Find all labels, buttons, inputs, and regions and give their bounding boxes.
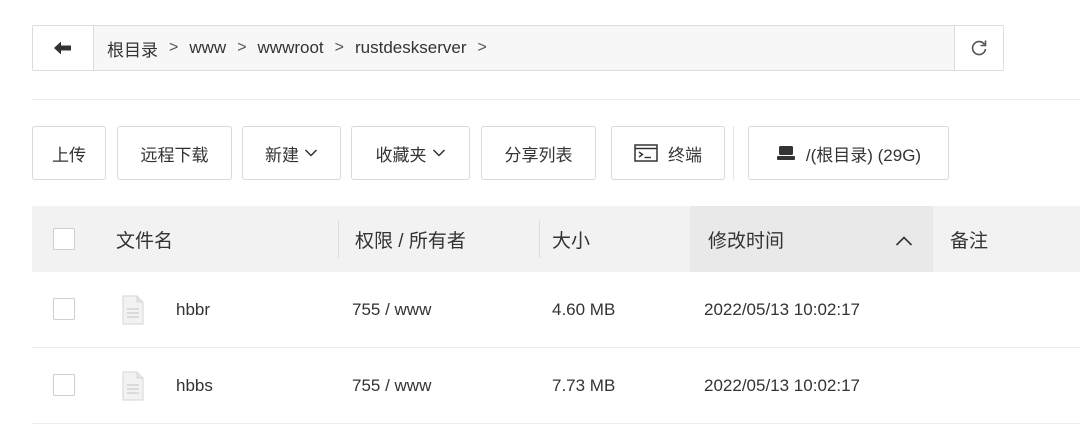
column-name-header[interactable]: 文件名 bbox=[116, 206, 173, 272]
chevron-up-icon bbox=[895, 231, 913, 253]
breadcrumb-www[interactable]: www bbox=[189, 38, 226, 58]
column-separator bbox=[338, 220, 339, 258]
divider bbox=[32, 99, 1080, 100]
file-permission[interactable]: 755 / www bbox=[352, 348, 431, 423]
terminal-label: 终端 bbox=[668, 145, 702, 165]
share-list-button[interactable]: 分享列表 bbox=[481, 126, 596, 180]
new-label: 新建 bbox=[265, 145, 299, 165]
column-perm-label: 权限 / 所有者 bbox=[355, 230, 466, 252]
file-size: 4.60 MB bbox=[552, 299, 616, 319]
breadcrumb-root[interactable]: 根目录 bbox=[107, 36, 158, 61]
chevron-down-icon bbox=[432, 148, 446, 158]
file-permission[interactable]: 755 / www bbox=[352, 272, 431, 347]
back-button[interactable] bbox=[33, 26, 94, 70]
toolbar: 上传 远程下载 新建 收藏夹 分享列表 终端 /(根目录) (29G) bbox=[32, 126, 1080, 180]
share-list-label: 分享列表 bbox=[504, 145, 573, 165]
file-icon bbox=[122, 348, 144, 423]
column-note-label: 备注 bbox=[950, 230, 989, 252]
column-size-label: 大小 bbox=[552, 230, 591, 252]
select-all-checkbox[interactable] bbox=[53, 228, 75, 250]
arrow-left-icon bbox=[54, 41, 71, 55]
column-size-header[interactable]: 大小 bbox=[552, 206, 590, 272]
file-mtime: 2022/05/13 10:02:17 bbox=[704, 299, 860, 319]
column-mtime-label: 修改时间 bbox=[708, 230, 785, 252]
terminal-button[interactable]: 终端 bbox=[611, 126, 725, 180]
row-checkbox[interactable] bbox=[53, 374, 75, 396]
file-name[interactable]: hbbr bbox=[176, 272, 210, 347]
remote-download-label: 远程下载 bbox=[140, 145, 209, 165]
file-icon bbox=[122, 272, 144, 347]
disk-icon bbox=[776, 145, 796, 161]
toolbar-separator bbox=[733, 126, 734, 180]
upload-button[interactable]: 上传 bbox=[32, 126, 106, 180]
favorites-dropdown-button[interactable]: 收藏夹 bbox=[351, 126, 470, 180]
file-name[interactable]: hbbs bbox=[176, 348, 213, 423]
terminal-icon bbox=[634, 144, 658, 162]
table-row[interactable]: hbbs 755 / www 7.73 MB 2022/05/13 10:02:… bbox=[32, 348, 1080, 424]
table-row[interactable]: hbbr 755 / www 4.60 MB 2022/05/13 10:02:… bbox=[32, 272, 1080, 348]
table-header: 文件名 权限 / 所有者 大小 修改时间 备注 bbox=[32, 206, 1080, 272]
disk-button[interactable]: /(根目录) (29G) bbox=[748, 126, 949, 180]
breadcrumb-separator: > bbox=[237, 39, 247, 56]
refresh-icon bbox=[971, 40, 987, 56]
column-mtime-header[interactable]: 修改时间 bbox=[690, 206, 933, 272]
breadcrumb-rustdeskserver[interactable]: rustdeskserver bbox=[355, 38, 466, 58]
disk-label: /(根目录) (29G) bbox=[805, 145, 922, 165]
remote-download-button[interactable]: 远程下载 bbox=[117, 126, 232, 180]
column-separator bbox=[539, 220, 540, 258]
column-note-header[interactable]: 备注 bbox=[950, 206, 988, 272]
upload-label: 上传 bbox=[52, 145, 86, 165]
file-size: 7.73 MB bbox=[552, 375, 616, 395]
breadcrumb-separator: > bbox=[169, 39, 179, 56]
breadcrumb-separator: > bbox=[334, 39, 344, 56]
breadcrumb-wwwroot[interactable]: wwwroot bbox=[258, 38, 324, 58]
new-dropdown-button[interactable]: 新建 bbox=[242, 126, 341, 180]
chevron-down-icon bbox=[304, 148, 318, 158]
file-mtime: 2022/05/13 10:02:17 bbox=[704, 375, 860, 395]
breadcrumb: 根目录 > www > wwwroot > rustdeskserver > bbox=[94, 26, 954, 70]
favorites-label: 收藏夹 bbox=[375, 145, 427, 165]
column-name-label: 文件名 bbox=[116, 230, 174, 252]
refresh-button[interactable] bbox=[954, 26, 1003, 70]
column-perm-header[interactable]: 权限 / 所有者 bbox=[355, 206, 466, 272]
path-bar: 根目录 > www > wwwroot > rustdeskserver > bbox=[32, 25, 1004, 71]
breadcrumb-separator: > bbox=[477, 39, 487, 56]
row-checkbox[interactable] bbox=[53, 298, 75, 320]
